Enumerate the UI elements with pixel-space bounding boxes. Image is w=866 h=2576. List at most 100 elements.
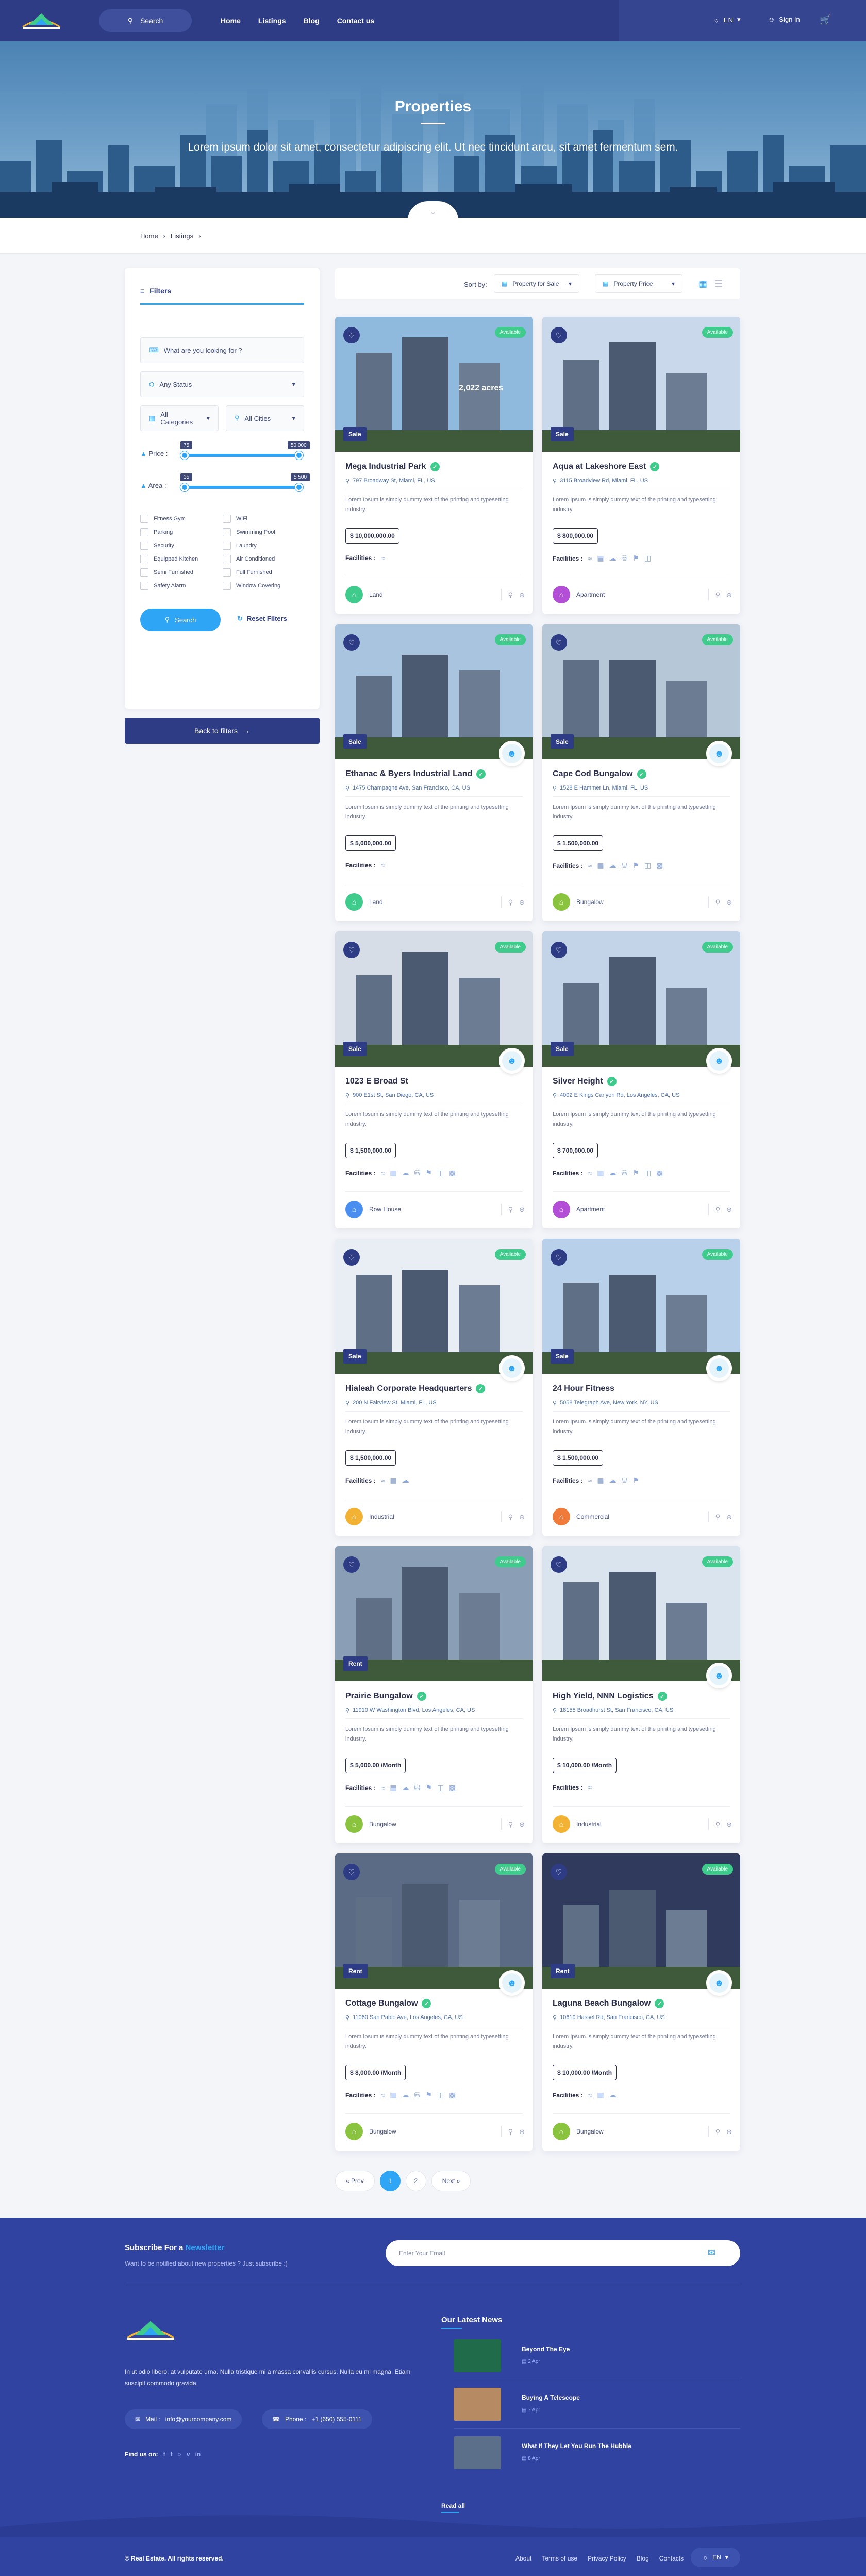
breadcrumb-listings[interactable]: Listings xyxy=(171,232,193,240)
checkbox-box[interactable] xyxy=(140,568,148,577)
property-card[interactable]: ♡ Available Rent ☻ Laguna Beach Bungalow ✓ ⚲ 10… xyxy=(542,1853,740,2151)
heart-icon[interactable]: ♡ xyxy=(551,1556,567,1573)
property-category[interactable]: ⌂ Industrial xyxy=(553,1815,602,1833)
property-name[interactable]: 24 Hour Fitness xyxy=(553,1384,614,1393)
filter-search-button[interactable]: ⚲ Search xyxy=(140,609,221,631)
area-max-handle[interactable] xyxy=(295,483,303,491)
property-name[interactable]: Hialeah Corporate Headquarters ✓ xyxy=(345,1384,486,1393)
checkbox-box[interactable] xyxy=(223,568,231,577)
news-thumbnail[interactable] xyxy=(454,2388,501,2421)
property-category[interactable]: ⌂ Apartment xyxy=(553,586,605,603)
news-thumbnail[interactable] xyxy=(454,2436,501,2469)
amenity-checkbox[interactable]: Security xyxy=(140,542,174,550)
heart-icon[interactable]: ♡ xyxy=(343,1556,360,1573)
heart-icon[interactable]: ♡ xyxy=(343,327,360,343)
price-range-track[interactable] xyxy=(185,454,299,457)
newsletter-email-input[interactable]: Enter Your Email ✉ xyxy=(386,2240,740,2266)
property-name[interactable]: Mega Industrial Park ✓ xyxy=(345,462,440,471)
area-range-track[interactable] xyxy=(185,486,299,489)
cart-icon[interactable]: 🛒 xyxy=(820,14,831,25)
agent-avatar[interactable]: ☻ xyxy=(706,1048,732,1074)
amenity-checkbox[interactable]: Parking xyxy=(140,528,173,536)
footer-link-blog[interactable]: Blog xyxy=(637,2555,649,2562)
property-category[interactable]: ⌂ Commercial xyxy=(553,1508,609,1525)
property-category[interactable]: ⌂ Bungalow xyxy=(553,893,604,911)
sign-in-link[interactable]: ☺ Sign In xyxy=(768,15,800,23)
map-pin-icon[interactable]: ⚲ xyxy=(715,898,721,907)
reset-filters-button[interactable]: ↻ Reset Filters xyxy=(237,615,287,623)
footer-link-about[interactable]: About xyxy=(515,2555,531,2562)
menu-item-contact[interactable]: Contact us xyxy=(337,17,374,25)
news-title[interactable]: Buying A Telescope xyxy=(522,2394,580,2401)
map-pin-icon[interactable]: ⚲ xyxy=(508,1206,513,1214)
page-1-button[interactable]: 1 xyxy=(379,2171,401,2191)
property-name[interactable]: Cottage Bungalow ✓ xyxy=(345,1999,431,2008)
property-card[interactable]: ♡ Available Rent Prairie Bungalow ✓ ⚲ 11910 W … xyxy=(335,1546,533,1843)
news-title[interactable]: What If They Let You Run The Hubble xyxy=(522,2442,631,2450)
map-pin-icon[interactable]: ⚲ xyxy=(508,2128,513,2136)
property-card[interactable]: ♡ Available Sale ☻ Cape Cod Bungalow ✓ ⚲ 1528 E… xyxy=(542,624,740,921)
property-card[interactable]: ♡ Available Sale ☻ 24 Hour Fitness ⚲ 5058 Tele… xyxy=(542,1239,740,1536)
agent-avatar[interactable]: ☻ xyxy=(499,741,525,766)
keyword-input[interactable]: ⌨ What are you looking for ? xyxy=(140,337,304,363)
language-selector[interactable]: ☼ EN ▾ xyxy=(713,15,741,24)
zoom-icon[interactable]: ⊕ xyxy=(726,898,732,907)
checkbox-box[interactable] xyxy=(140,555,148,563)
property-name[interactable]: High Yield, NNN Logistics ✓ xyxy=(553,1692,667,1701)
heart-icon[interactable]: ♡ xyxy=(343,1249,360,1266)
heart-icon[interactable]: ♡ xyxy=(343,942,360,958)
zoom-icon[interactable]: ⊕ xyxy=(726,591,732,599)
map-pin-icon[interactable]: ⚲ xyxy=(508,1820,513,1829)
property-name[interactable]: Silver Height ✓ xyxy=(553,1077,617,1086)
property-name[interactable]: 1023 E Broad St xyxy=(345,1077,408,1086)
map-pin-icon[interactable]: ⚲ xyxy=(715,1820,721,1829)
zoom-icon[interactable]: ⊕ xyxy=(519,2128,525,2136)
amenity-checkbox[interactable]: Equipped Kitchen xyxy=(140,555,198,563)
map-pin-icon[interactable]: ⚲ xyxy=(715,1206,721,1214)
map-pin-icon[interactable]: ⚲ xyxy=(508,1513,513,1521)
heart-icon[interactable]: ♡ xyxy=(551,634,567,651)
news-title[interactable]: Beyond The Eye xyxy=(522,2345,570,2353)
amenity-checkbox[interactable]: Fitness Gym xyxy=(140,515,186,523)
mail-chip[interactable]: ✉ Mail : info@yourcompany.com xyxy=(125,2409,242,2429)
property-card[interactable]: ♡ Available Sale Aqua at Lakeshore East ✓ ⚲ 31… xyxy=(542,317,740,614)
checkbox-box[interactable] xyxy=(223,528,231,536)
checkbox-box[interactable] xyxy=(223,515,231,523)
amenity-checkbox[interactable]: Laundry xyxy=(223,542,257,550)
agent-avatar[interactable]: ☻ xyxy=(499,1355,525,1381)
checkbox-box[interactable] xyxy=(140,542,148,550)
amenity-checkbox[interactable]: Air Conditioned xyxy=(223,555,275,563)
send-icon[interactable]: ✉ xyxy=(708,2247,715,2258)
filters-tab[interactable]: ≡ Filters xyxy=(140,287,171,295)
property-name[interactable]: Ethanac & Byers Industrial Land ✓ xyxy=(345,769,486,779)
property-category[interactable]: ⌂ Row House xyxy=(345,1201,401,1218)
checkbox-box[interactable] xyxy=(140,528,148,536)
phone-chip[interactable]: ☎ Phone : +1 (650) 555-0111 xyxy=(262,2409,372,2429)
menu-item-blog[interactable]: Blog xyxy=(304,17,320,25)
checkbox-box[interactable] xyxy=(140,582,148,590)
heart-icon[interactable]: ♡ xyxy=(343,634,360,651)
next-page-button[interactable]: Next » xyxy=(431,2171,471,2191)
back-to-filters-button[interactable]: Back to filters → xyxy=(125,718,320,744)
agent-avatar[interactable]: ☻ xyxy=(499,1048,525,1074)
property-category[interactable]: ⌂ Industrial xyxy=(345,1508,394,1525)
footer-language-selector[interactable]: ☼ EN ▾ xyxy=(691,2548,740,2567)
heart-icon[interactable]: ♡ xyxy=(551,327,567,343)
prev-page-button[interactable]: « Prev xyxy=(335,2171,375,2191)
zoom-icon[interactable]: ⊕ xyxy=(519,898,525,907)
property-category[interactable]: ⌂ Land xyxy=(345,893,383,911)
sort-type-select[interactable]: ▦ Property for Sale ▾ xyxy=(494,274,579,293)
property-card[interactable]: ♡ Available ☻ High Yield, NNN Logistics ✓ ⚲ 18… xyxy=(542,1546,740,1843)
property-card[interactable]: ♡ Available Sale ☻ Ethanac & Byers Industria… xyxy=(335,624,533,921)
map-pin-icon[interactable]: ⚲ xyxy=(715,1513,721,1521)
map-pin-icon[interactable]: ⚲ xyxy=(508,898,513,907)
property-name[interactable]: Cape Cod Bungalow ✓ xyxy=(553,769,646,779)
agent-avatar[interactable]: ☻ xyxy=(706,741,732,766)
facebook-icon[interactable]: f xyxy=(163,2451,165,2458)
property-category[interactable]: ⌂ Apartment xyxy=(553,1201,605,1218)
zoom-icon[interactable]: ⊕ xyxy=(519,1820,525,1829)
price-max-handle[interactable] xyxy=(295,451,303,460)
menu-item-home[interactable]: Home xyxy=(221,17,241,25)
property-card[interactable]: ♡ Available Sale ☻ 1023 E Broad St ⚲ 900 E1st … xyxy=(335,931,533,1228)
news-item[interactable]: Buying A Telescope ▤ 7 Apr xyxy=(454,2388,742,2421)
